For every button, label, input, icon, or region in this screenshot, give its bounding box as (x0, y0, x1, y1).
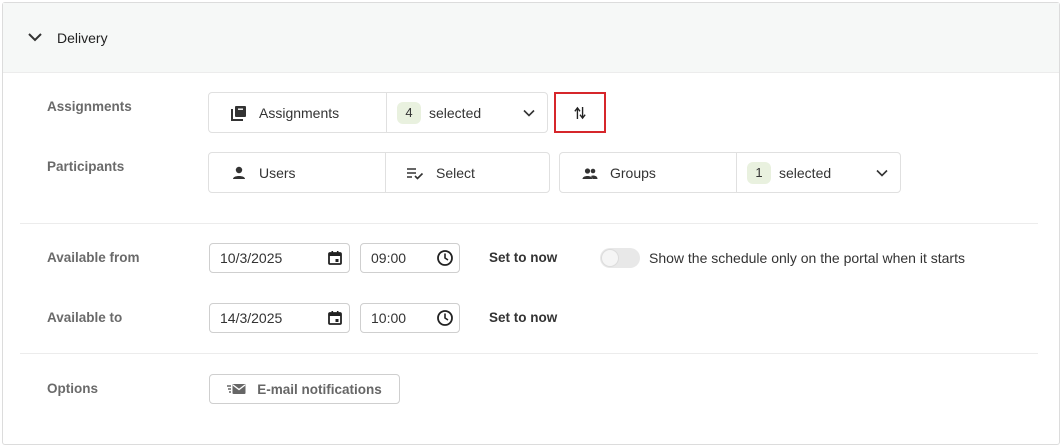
users-label: Users (259, 164, 296, 181)
available-from-label: Available from (47, 250, 140, 265)
available-to-date-value: 14/3/2025 (220, 310, 283, 326)
available-from-time-input[interactable]: 09:00 (360, 243, 460, 273)
calendar-icon[interactable] (326, 309, 344, 327)
email-notifications-button[interactable]: E-mail notifications (209, 374, 400, 404)
email-notifications-label: E-mail notifications (257, 381, 382, 397)
chevron-down-icon[interactable] (27, 31, 43, 43)
users-select-label: Select (436, 164, 475, 181)
groups-label: Groups (610, 164, 656, 181)
available-to-time-value: 10:00 (371, 310, 407, 326)
groups-selection-dropdown[interactable]: 1 selected (736, 153, 900, 192)
available-from-time-value: 09:00 (371, 250, 407, 266)
chevron-down-icon (876, 169, 888, 177)
assignments-selection-dropdown[interactable]: 4 selected (386, 93, 547, 132)
available-from-date-input[interactable]: 10/3/2025 (209, 243, 350, 273)
assignments-type-label: Assignments (259, 104, 340, 121)
portal-schedule-toggle[interactable] (600, 248, 640, 268)
section-divider (20, 223, 1038, 224)
users-type[interactable]: Users (209, 153, 385, 192)
checklist-icon (406, 165, 424, 181)
assignments-selected-text: selected (429, 104, 482, 121)
portal-schedule-toggle-label: Show the schedule only on the portal whe… (649, 250, 965, 266)
section-divider (20, 353, 1038, 354)
available-to-set-to-now-button[interactable]: Set to now (489, 310, 557, 325)
library-books-icon (231, 105, 247, 121)
users-select-button[interactable]: Select (385, 153, 549, 192)
clock-icon[interactable] (436, 249, 454, 267)
assignments-type[interactable]: Assignments (209, 93, 386, 132)
section-title: Delivery (57, 30, 108, 46)
participants-row-label: Participants (47, 159, 125, 174)
available-to-time-input[interactable]: 10:00 (360, 303, 460, 333)
assignments-row-label: Assignments (47, 99, 132, 114)
groups-selected-text: selected (779, 164, 832, 181)
options-row-label: Options (47, 381, 98, 396)
clock-icon[interactable] (436, 309, 454, 327)
groups-count-badge: 1 (747, 161, 771, 184)
available-to-label: Available to (47, 310, 123, 325)
swap-vertical-icon (574, 106, 586, 119)
calendar-icon[interactable] (326, 249, 344, 267)
person-icon (231, 165, 247, 181)
available-to-date-input[interactable]: 14/3/2025 (209, 303, 350, 333)
groups-picker[interactable]: Groups 1 selected (559, 152, 901, 193)
toggle-knob (601, 249, 619, 267)
swap-order-button[interactable] (554, 92, 606, 133)
groups-type[interactable]: Groups (560, 153, 736, 192)
assignments-count-badge: 4 (397, 101, 421, 124)
email-fast-icon (227, 382, 247, 396)
available-from-date-value: 10/3/2025 (220, 250, 283, 266)
assignments-picker[interactable]: Assignments 4 selected (208, 92, 548, 133)
delivery-section-header[interactable]: Delivery (3, 3, 1059, 73)
users-picker[interactable]: Users Select (208, 152, 550, 193)
people-icon (582, 165, 598, 181)
available-from-set-to-now-button[interactable]: Set to now (489, 250, 557, 265)
chevron-down-icon (523, 109, 535, 117)
